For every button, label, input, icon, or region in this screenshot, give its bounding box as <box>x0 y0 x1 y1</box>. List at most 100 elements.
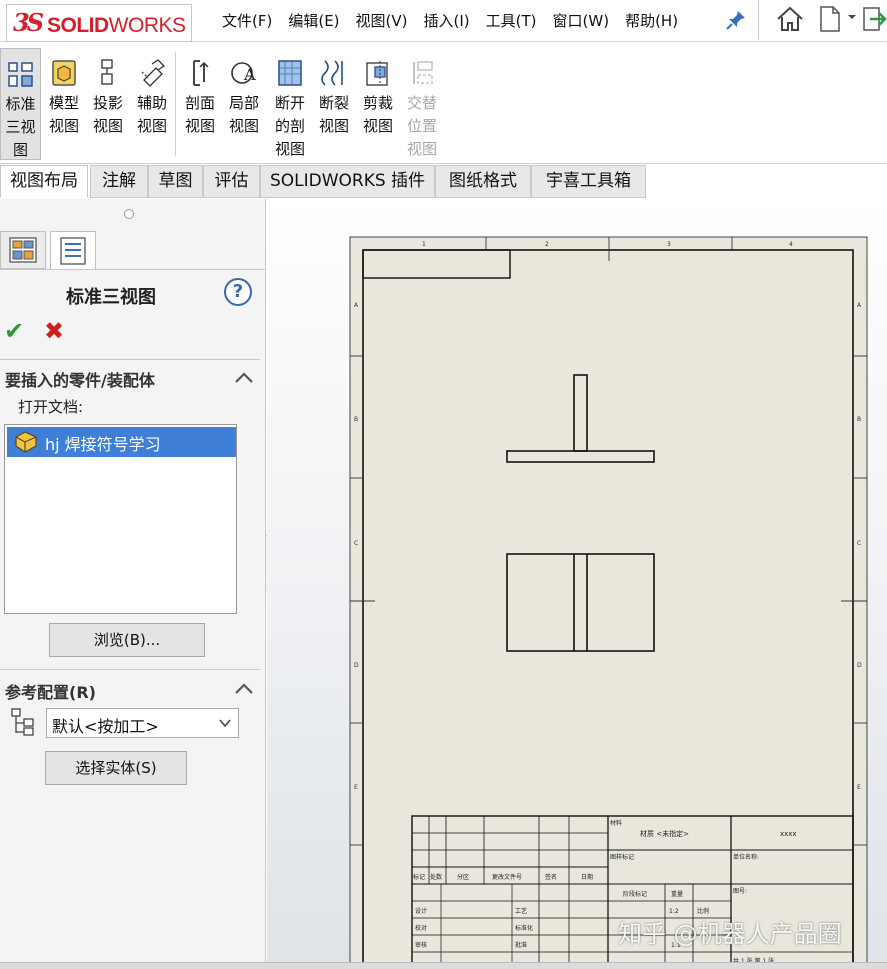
new-document-icon[interactable] <box>817 4 843 34</box>
tb-unit-name: 单位名称: <box>733 853 759 861</box>
open-document-icon[interactable] <box>861 4 887 34</box>
crop-view-button[interactable]: 剪裁 视图 <box>358 48 398 160</box>
section-view-button[interactable]: 剖面 视图 <box>180 48 220 160</box>
solidworks-logo[interactable]: 3S SOLIDWORKS <box>6 4 192 42</box>
tab-sketch[interactable]: 草图 <box>148 165 203 198</box>
menu-edit[interactable]: 编辑(E) <box>288 10 339 31</box>
ribbon-label-line: 视图 <box>92 117 123 135</box>
open-documents-list[interactable]: hj 焊接符号学习 <box>4 424 237 614</box>
property-manager: 标准三视图 ? ✔ ✖ 要插入的零件/装配体 打开文档: hj 焊接符号学习 浏… <box>0 199 266 969</box>
ribbon-label-line: 辅助 <box>136 94 167 112</box>
tab-evaluate[interactable]: 评估 <box>203 165 260 198</box>
tb-check: 校对 <box>415 924 427 932</box>
ribbon-label-line: 断开 <box>274 94 305 112</box>
menu-help[interactable]: 帮助(H) <box>625 10 678 31</box>
ribbon-label-line: 视图 <box>318 117 349 135</box>
tb-mark: 标记 <box>413 873 425 881</box>
menu-insert[interactable]: 插入(I) <box>424 10 470 31</box>
alternate-position-view-button[interactable]: 交替 位置 视图 <box>402 48 442 160</box>
ribbon-label-line: 视图 <box>362 117 393 135</box>
tab-yuxi-toolbox[interactable]: 宇喜工具箱 <box>531 165 646 198</box>
property-manager-tab[interactable] <box>50 231 96 269</box>
menu-view[interactable]: 视图(V) <box>356 10 408 31</box>
ds-logo-mark: 3S <box>13 8 44 37</box>
tb-review: 审核 <box>415 941 427 949</box>
zone-number: 1 <box>422 241 426 248</box>
zone-letter: D <box>354 662 359 669</box>
ribbon-separator <box>175 52 176 156</box>
break-view-button[interactable]: 断裂 视图 <box>314 48 354 160</box>
quick-access-toolbar <box>758 0 887 40</box>
home-icon[interactable] <box>775 4 805 34</box>
alternate-position-view-icon <box>413 61 433 84</box>
ribbon-label-line: 交替 <box>406 94 437 112</box>
tb-material-label: 材料 <box>610 819 622 827</box>
browse-button[interactable]: 浏览(B)... <box>49 623 205 657</box>
projected-view-button[interactable]: 投影 视图 <box>88 48 128 160</box>
document-list-item[interactable]: hj 焊接符号学习 <box>7 427 236 457</box>
collapse-chevron-up-icon[interactable] <box>234 681 254 695</box>
tab-solidworks-addins[interactable]: SOLIDWORKS 插件 <box>260 165 435 198</box>
feature-manager-tab[interactable] <box>0 231 46 269</box>
model-view-button[interactable]: 模型 视图 <box>44 48 84 160</box>
auxiliary-view-button[interactable]: 辅助 视图 <box>132 48 172 160</box>
ok-check-icon[interactable]: ✔ <box>4 317 24 345</box>
ribbon-label-line: 标准 <box>5 95 36 113</box>
detail-view-icon: A <box>231 62 256 84</box>
zone-letter: D <box>857 662 862 669</box>
section-divider <box>0 359 260 360</box>
collapse-chevron-up-icon[interactable] <box>234 370 254 384</box>
zone-letter: C <box>857 540 861 547</box>
tb-date: 日期 <box>581 873 593 881</box>
document-name: hj 焊接符号学习 <box>45 435 161 454</box>
section-part-assembly-title[interactable]: 要插入的零件/装配体 <box>5 367 155 391</box>
ribbon-label-line: 三视 <box>5 118 36 136</box>
ribbon-label-line: 视图 <box>228 117 259 135</box>
section-reference-config-title[interactable]: 参考配置(R) <box>5 679 96 703</box>
drawing-sheet[interactable]: 1 2 3 4 A B C D E A B C D E 材料 材质 <未指定> … <box>267 199 887 969</box>
tb-signature: 签名 <box>545 873 557 881</box>
help-icon[interactable]: ? <box>224 278 252 306</box>
pin-icon[interactable] <box>724 8 748 32</box>
tb-drawing-no: 图号: <box>733 888 747 895</box>
configuration-icon <box>11 708 34 736</box>
chevron-down-icon[interactable] <box>847 12 857 22</box>
zone-letter: E <box>354 784 358 791</box>
property-manager-icon <box>60 237 86 265</box>
ribbon-label-line: 投影 <box>92 94 123 112</box>
tab-sheet-format[interactable]: 图纸格式 <box>435 165 531 198</box>
zone-letter: E <box>857 784 861 791</box>
logo-wordmark: SOLIDWORKS <box>47 14 186 37</box>
configuration-select[interactable]: 默认<按加工> <box>46 708 239 738</box>
detail-view-button[interactable]: A 局部 视图 <box>224 48 264 160</box>
title-bar: 3S SOLIDWORKS 文件(F) 编辑(E) 视图(V) 插入(I) 工具… <box>0 0 887 42</box>
property-manager-title: 标准三视图 <box>66 287 156 308</box>
section-view-icon <box>193 60 209 86</box>
zone-letter: C <box>354 540 358 547</box>
menu-file[interactable]: 文件(F) <box>222 10 272 31</box>
tb-approval: 批准 <box>515 941 527 949</box>
cancel-x-icon[interactable]: ✖ <box>44 317 64 345</box>
select-bodies-button[interactable]: 选择实体(S) <box>45 751 187 785</box>
ribbon-label-line: 视图 <box>406 140 437 158</box>
break-view-icon <box>321 60 343 86</box>
broken-out-section-button[interactable]: 断开 的剖 视图 <box>270 48 310 160</box>
part-document-icon <box>15 431 37 453</box>
graphics-area[interactable]: 1 2 3 4 A B C D E A B C D E 材料 材质 <未指定> … <box>267 199 887 969</box>
tb-process: 工艺 <box>515 907 527 915</box>
auxiliary-view-icon <box>141 59 166 87</box>
menu-tools[interactable]: 工具(T) <box>486 10 537 31</box>
configuration-value: 默认<按加工> <box>52 717 159 736</box>
menu-window[interactable]: 窗口(W) <box>553 10 610 31</box>
ribbon-label-line: 视图 <box>184 117 215 135</box>
ribbon-label-line: 图 <box>12 141 28 159</box>
ribbon-label-line: 视图 <box>48 117 79 135</box>
tab-annotation[interactable]: 注解 <box>90 165 148 198</box>
standard-three-view-button[interactable]: 标准 三视 图 <box>0 48 41 160</box>
ribbon-label-line: 视图 <box>274 140 305 158</box>
tb-zone: 分区 <box>457 873 469 881</box>
watermark-text: 知乎 @机器人产品圈 <box>618 920 842 948</box>
tab-view-layout[interactable]: 视图布局 <box>0 165 88 198</box>
menu-bar: 文件(F) 编辑(E) 视图(V) 插入(I) 工具(T) 窗口(W) 帮助(H… <box>222 10 694 31</box>
panel-resize-handle[interactable] <box>124 209 134 219</box>
